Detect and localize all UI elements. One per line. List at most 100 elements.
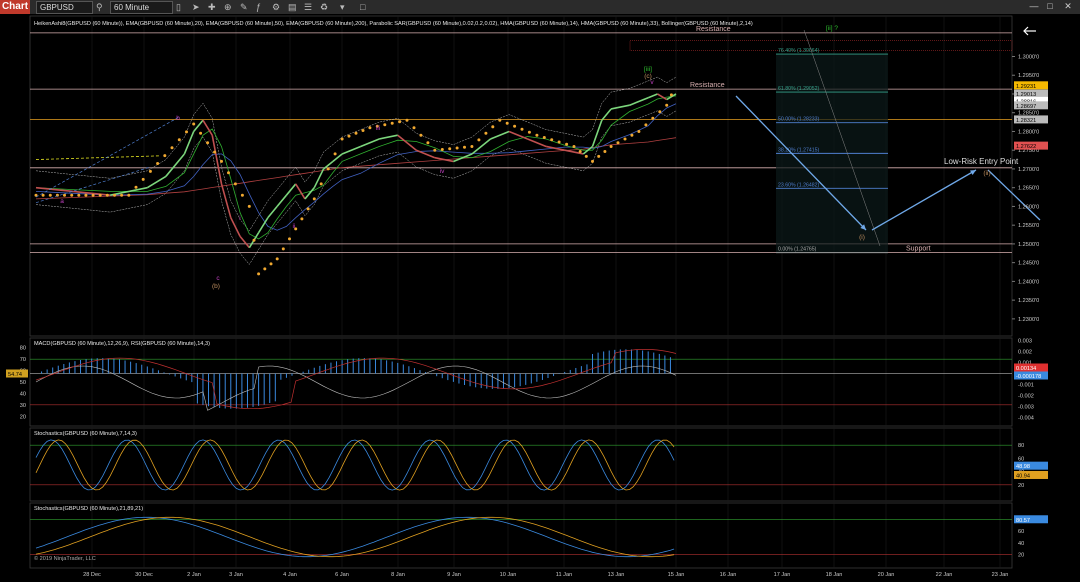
sar-dot (213, 150, 217, 154)
strategies-icon[interactable]: ⚙ (272, 1, 280, 13)
price-y-tick-label: 1.2450'0 (1018, 261, 1039, 267)
indicators-icon[interactable]: ƒ (256, 1, 261, 13)
price-y-tick-label: 1.2350'0 (1018, 298, 1039, 304)
rsi-y-tick-label: 70 (20, 357, 26, 363)
wave-label: [iii] (644, 66, 652, 73)
rsi-y-tick-label: 30 (20, 403, 26, 409)
sar-dot (113, 193, 116, 197)
sar-dot (252, 238, 256, 242)
wave-label: (b) (212, 283, 220, 290)
stoch1-d-tag: 40.94 (1016, 473, 1030, 479)
wave-label: [ii] ? (826, 25, 838, 32)
x-tick-label: 8 Jan (391, 572, 405, 578)
sar-dot (542, 136, 546, 139)
x-tick-label: 18 Jan (826, 572, 843, 578)
x-tick-label: 17 Jan (774, 572, 791, 578)
pointer-icon[interactable]: ➤ (192, 1, 200, 13)
level-label: Resistance (690, 82, 725, 89)
wave-label: a (60, 198, 64, 205)
stoch2-y-tick-label: 40 (1018, 541, 1024, 547)
sar-dot (326, 167, 330, 171)
x-tick-label: 28 Dec (83, 572, 101, 578)
macd-panel-header: MACD(GBPUSD (60 Minute),12,26,9), RSI(GB… (34, 341, 210, 347)
stoch2-panel-header: Stochastics(GBPUSD (60 Minute),21,89,21) (34, 506, 143, 512)
sar-dot (134, 185, 138, 189)
maximize-icon[interactable]: □ (1044, 0, 1056, 12)
sar-dot (498, 118, 502, 122)
sar-dot (470, 145, 474, 148)
x-tick-label: 3 Jan (229, 572, 243, 578)
price-value-tag: 1.28697 (1016, 104, 1036, 110)
sar-dot (637, 130, 641, 133)
x-tick-label: 30 Dec (135, 572, 153, 578)
sar-dot (584, 154, 588, 158)
sar-dot (77, 193, 81, 197)
properties-icon[interactable]: ☰ (304, 1, 312, 13)
bar-type-icon[interactable]: ▯ (176, 1, 181, 13)
stoch2-y-tick-label: 20 (1018, 552, 1024, 558)
x-tick-label: 4 Jan (283, 572, 297, 578)
search-icon[interactable]: ⚲ (96, 1, 103, 13)
macd-signal-tag: -0.000178 (1016, 374, 1041, 380)
sar-dot (192, 122, 196, 126)
x-tick-label: 15 Jan (668, 572, 685, 578)
price-y-tick-label: 1.2550'0 (1018, 223, 1039, 229)
templates-icon[interactable]: ▤ (288, 1, 297, 13)
sar-dot (572, 145, 576, 148)
sar-dot (333, 152, 337, 156)
x-tick-label: 9 Jan (447, 572, 461, 578)
sar-dot (275, 257, 279, 261)
rsi-value-tag: 54.74 (8, 372, 22, 378)
sar-dot (48, 193, 52, 197)
chart-trader-icon[interactable]: ♻ (320, 1, 328, 13)
sar-dot (609, 145, 613, 148)
chart-tab[interactable]: Chart (0, 0, 30, 14)
fib-label: 76.40% (1.30064) (778, 48, 820, 54)
sar-dot (405, 118, 409, 122)
rsi-y-tick-label: 50 (20, 380, 26, 386)
sar-dot (263, 267, 267, 271)
wave-label: (i) (859, 234, 865, 241)
drawing-tools-icon[interactable]: ✎ (240, 1, 248, 13)
instrument-selector[interactable]: GBPUSD (36, 1, 93, 14)
sar-dot (623, 137, 627, 141)
sar-dot (651, 116, 655, 120)
sar-dot (199, 131, 203, 135)
crosshair-icon[interactable]: ✚ (208, 1, 216, 13)
sar-dot (368, 126, 372, 130)
sar-dot (227, 171, 230, 175)
sar-dot (426, 141, 430, 145)
zoom-in-icon[interactable]: ⊕ (224, 1, 232, 13)
price-y-tick-label: 1.2600'0 (1018, 204, 1039, 210)
sar-dot (91, 193, 95, 197)
close-icon[interactable]: ✕ (1062, 0, 1074, 12)
sar-dot (520, 127, 524, 131)
sar-dot (288, 237, 291, 241)
price-y-tick-label: 1.2800'0 (1018, 129, 1039, 135)
wave-label: iv (440, 168, 445, 175)
level-label: Support (906, 246, 931, 253)
sar-dot (257, 272, 261, 276)
sar-dot (383, 123, 387, 127)
sar-dot (419, 133, 423, 137)
chart-area[interactable]: ResistanceResistanceSupport76.40% (1.300… (0, 14, 1080, 582)
more-icon[interactable]: ▾ (340, 1, 345, 13)
x-tick-label: 11 Jan (556, 572, 572, 578)
sar-dot (312, 197, 316, 201)
sar-dot (98, 193, 102, 197)
fib-label: 23.60% (1.26482) (778, 182, 820, 188)
macd-value-tag: 0.00134 (1016, 366, 1036, 372)
macd-y-tick-label: -0.003 (1018, 405, 1034, 411)
link-icon[interactable]: □ (360, 1, 365, 13)
sar-dot (477, 138, 481, 142)
sar-dot (220, 159, 223, 163)
x-tick-label: 2 Jan (187, 572, 201, 578)
minimize-icon[interactable]: — (1028, 0, 1040, 12)
copyright: © 2019 NinjaTrader, LLC (34, 555, 96, 562)
sar-dot (84, 193, 88, 197)
interval-selector[interactable]: 60 Minute (110, 1, 173, 14)
sar-dot (185, 130, 188, 134)
wave-label: i (239, 215, 240, 222)
sar-dot (658, 110, 662, 114)
sar-dot (233, 182, 237, 186)
